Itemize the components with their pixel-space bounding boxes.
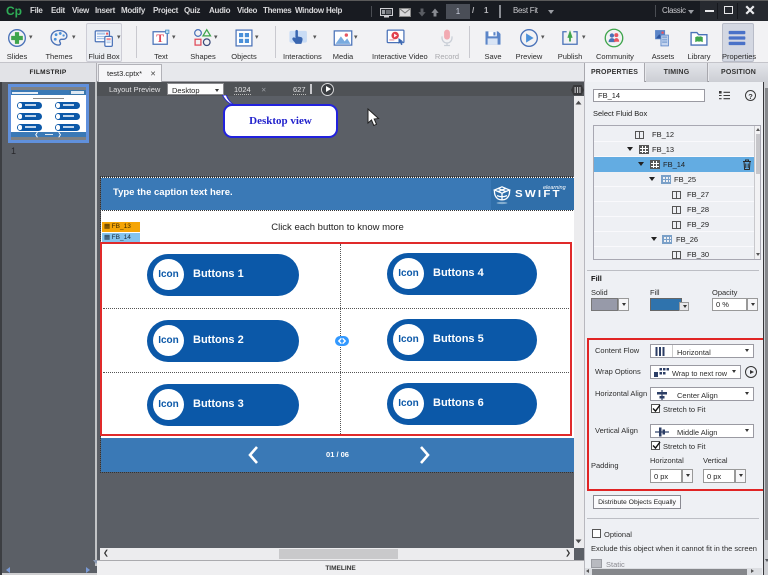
svg-text:T: T xyxy=(156,32,164,45)
